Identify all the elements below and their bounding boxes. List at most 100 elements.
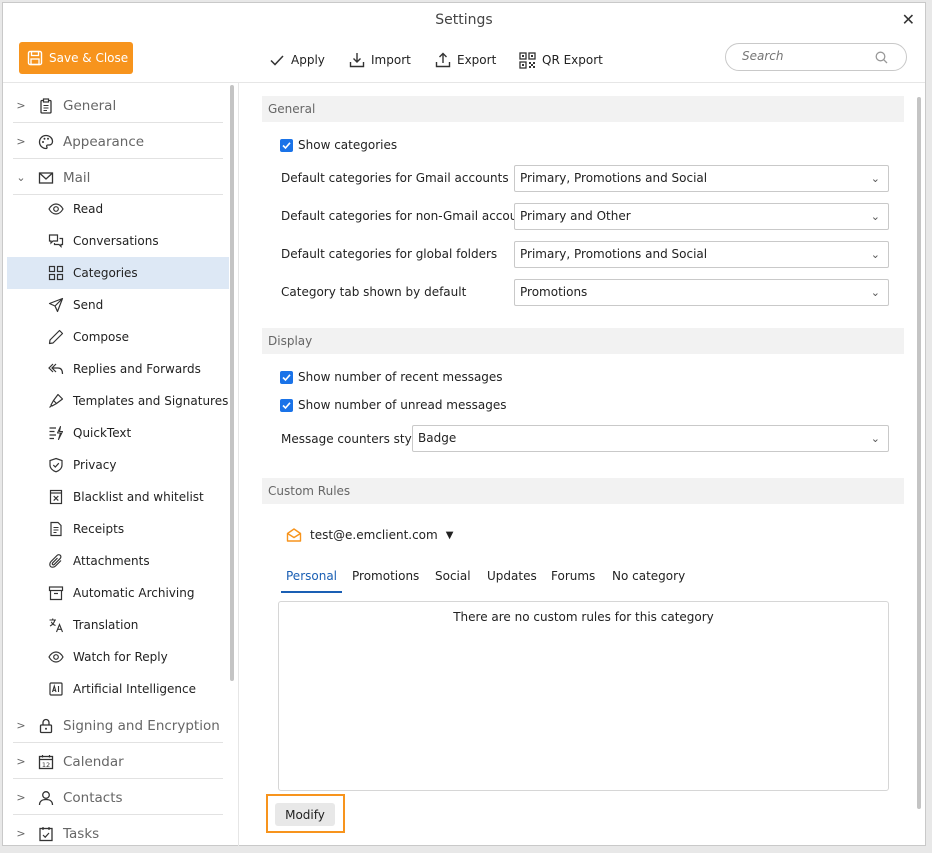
sidebar-item-label: Categories — [73, 266, 138, 280]
select-value: Primary, Promotions and Social — [520, 247, 708, 261]
sidebar-item-label: Watch for Reply — [73, 650, 168, 664]
export-button[interactable]: Export — [435, 49, 496, 71]
unread-messages-checkbox[interactable]: Show number of unread messages — [280, 398, 506, 412]
import-button[interactable]: Import — [349, 49, 411, 71]
counters-style-label: Message counters style — [281, 432, 423, 446]
search-input[interactable] — [742, 49, 872, 63]
window-title: Settings — [435, 12, 493, 28]
sidebar-item-compose[interactable]: Compose — [7, 321, 229, 353]
checkmark-icon — [280, 138, 293, 152]
calendar-icon: 12 — [37, 753, 55, 771]
sidebar-item-label: Artificial Intelligence — [73, 682, 196, 696]
translate-icon — [47, 616, 65, 634]
nongmail-categories-select[interactable]: Primary and Other ⌄ — [514, 203, 889, 230]
select-value: Badge — [418, 431, 457, 445]
sidebar-item-ai[interactable]: Artificial Intelligence — [7, 673, 229, 705]
modify-button[interactable]: Modify — [275, 803, 335, 826]
sidebar-item-replies-forwards[interactable]: Replies and Forwards — [7, 353, 229, 385]
content-scrollbar[interactable] — [917, 97, 921, 809]
sidebar-item-translation[interactable]: Translation — [7, 609, 229, 641]
blacklist-icon — [47, 488, 65, 506]
qr-export-label: QR Export — [542, 53, 603, 67]
global-folders-label: Default categories for global folders — [281, 247, 498, 261]
search-icon[interactable] — [875, 51, 888, 64]
sidebar-item-blacklist[interactable]: Blacklist and whitelist — [7, 481, 229, 513]
eye-icon — [47, 200, 65, 218]
global-folders-select[interactable]: Primary, Promotions and Social ⌄ — [514, 241, 889, 268]
sidebar-section-label: Contacts — [63, 789, 123, 806]
save-close-button[interactable]: Save & Close — [19, 42, 133, 74]
counters-style-select[interactable]: Badge ⌄ — [412, 425, 889, 452]
export-icon — [435, 52, 451, 68]
checkmark-icon — [280, 370, 293, 384]
import-icon — [349, 53, 365, 68]
save-icon — [27, 50, 43, 66]
eye-icon — [47, 648, 65, 666]
sidebar-section-label: Mail — [63, 169, 91, 186]
sidebar-item-privacy[interactable]: Privacy — [7, 449, 229, 481]
pencil-icon — [47, 328, 65, 346]
sidebar-item-read[interactable]: Read — [7, 193, 229, 225]
chevron-down-icon: ⌄ — [870, 210, 880, 223]
sidebar-item-receipts[interactable]: Receipts — [7, 513, 229, 545]
sidebar-item-archiving[interactable]: Automatic Archiving — [7, 577, 229, 609]
export-label: Export — [457, 53, 497, 67]
sidebar-section-signing[interactable]: > Signing and Encryption — [13, 709, 223, 743]
close-icon[interactable]: ✕ — [902, 10, 915, 29]
sidebar-item-templates-signatures[interactable]: Templates and Signatures — [7, 385, 229, 417]
sidebar-item-categories[interactable]: Categories — [7, 257, 229, 289]
save-close-label: Save & Close — [49, 51, 129, 65]
checkbox-label: Show number of unread messages — [298, 398, 507, 412]
chevron-down-icon: ⌄ — [870, 286, 880, 299]
account-selector[interactable]: test@e.emclient.com ▼ — [286, 527, 453, 543]
recent-messages-checkbox[interactable]: Show number of recent messages — [280, 370, 503, 384]
sidebar-item-conversations[interactable]: Conversations — [7, 225, 229, 257]
select-value: Promotions — [520, 285, 588, 299]
palette-icon — [37, 133, 55, 151]
sidebar-item-attachments[interactable]: Attachments — [7, 545, 229, 577]
tab-updates[interactable]: Updates — [487, 569, 537, 593]
custom-rules-list[interactable]: There are no custom rules for this categ… — [278, 601, 889, 791]
sidebar-section-appearance[interactable]: > Appearance — [13, 125, 223, 159]
tab-personal[interactable]: Personal — [281, 569, 343, 593]
modify-highlight: Modify — [266, 794, 345, 833]
qr-export-button[interactable]: QR Export — [519, 49, 603, 71]
tab-forums[interactable]: Forums — [551, 569, 595, 593]
empty-rules-message: There are no custom rules for this categ… — [453, 610, 714, 624]
title-bar: Settings ✕ — [3, 3, 925, 39]
search-box — [725, 43, 907, 71]
sidebar-section-tasks[interactable]: > Tasks — [13, 817, 223, 846]
task-checklist-icon — [37, 825, 55, 843]
sidebar-section-general[interactable]: > General — [13, 89, 223, 123]
chevron-right-icon: > — [16, 99, 26, 112]
sidebar-section-label: Signing and Encryption — [63, 717, 220, 734]
default-tab-select[interactable]: Promotions ⌄ — [514, 279, 889, 306]
tab-social[interactable]: Social — [435, 569, 471, 593]
apply-button[interactable]: Apply — [269, 49, 325, 71]
paper-plane-icon — [47, 296, 65, 314]
gmail-categories-select[interactable]: Primary, Promotions and Social ⌄ — [514, 165, 889, 192]
clipboard-icon — [37, 97, 55, 115]
chevron-down-icon: ⌄ — [870, 432, 880, 445]
chevron-down-icon: ▼ — [445, 529, 454, 541]
svg-text:12: 12 — [42, 761, 50, 769]
sidebar-item-send[interactable]: Send — [7, 289, 229, 321]
settings-sidebar: > General > Appearance ⌄ Mail Read Conve… — [3, 83, 239, 846]
sidebar-item-watch-reply[interactable]: Watch for Reply — [7, 641, 229, 673]
import-label: Import — [371, 53, 411, 67]
show-categories-checkbox[interactable]: Show categories — [280, 138, 397, 152]
tab-promotions[interactable]: Promotions — [352, 569, 419, 593]
sidebar-scrollbar[interactable] — [230, 85, 234, 681]
apply-label: Apply — [291, 53, 325, 67]
chevron-right-icon: > — [16, 791, 26, 804]
pen-nib-icon — [47, 392, 65, 410]
tab-no-category[interactable]: No category — [612, 569, 685, 593]
chevron-right-icon: > — [16, 755, 26, 768]
sidebar-section-mail[interactable]: ⌄ Mail — [13, 161, 223, 195]
sidebar-section-contacts[interactable]: > Contacts — [13, 781, 223, 815]
gmail-categories-label: Default categories for Gmail accounts — [281, 171, 509, 185]
sidebar-section-calendar[interactable]: > 12 Calendar — [13, 745, 223, 779]
sidebar-item-quicktext[interactable]: QuickText — [7, 417, 229, 449]
sidebar-item-label: Read — [73, 202, 104, 216]
sidebar-item-label: Blacklist and whitelist — [73, 490, 204, 504]
